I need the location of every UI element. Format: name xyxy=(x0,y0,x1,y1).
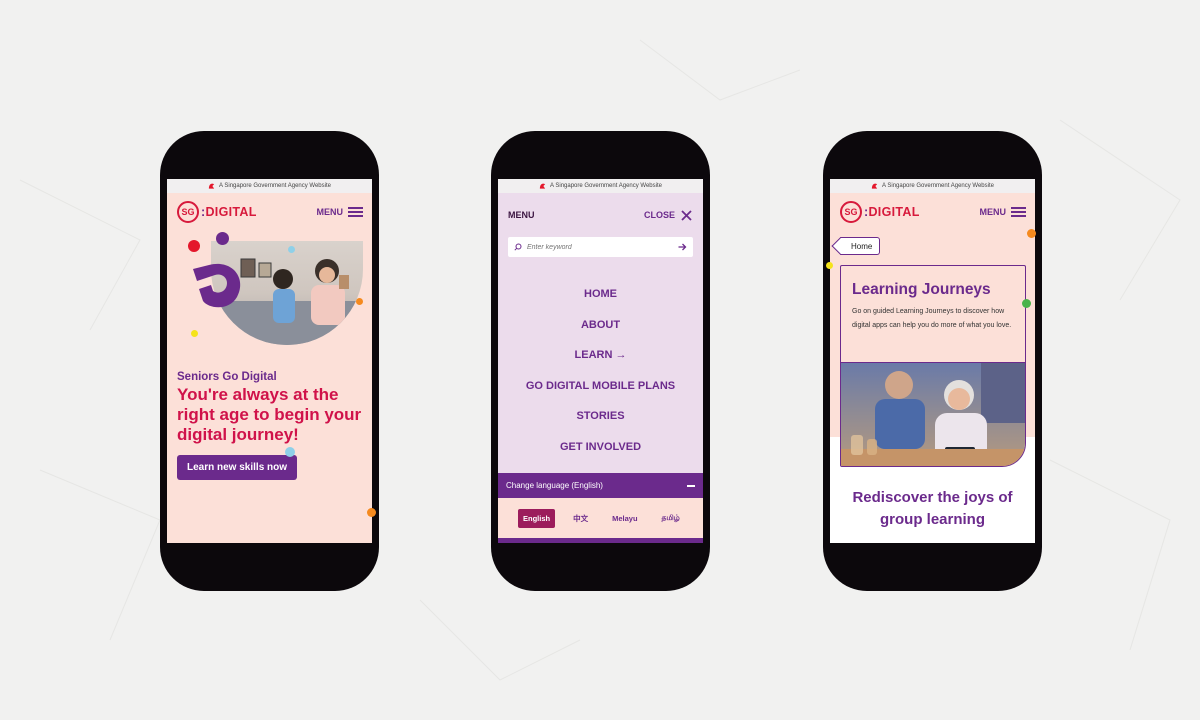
nav-item-home[interactable]: HOME xyxy=(498,279,703,310)
menu-bottom-bar xyxy=(498,538,703,543)
breadcrumb-home[interactable]: Home xyxy=(840,237,881,255)
logo-wordmark: :DIGITAL xyxy=(864,205,920,219)
lang-tamil[interactable]: தமிழ் xyxy=(657,508,685,528)
sg-digital-logo[interactable]: SG :DIGITAL xyxy=(177,201,257,223)
gov-banner[interactable]: A Singapore Government Agency Website xyxy=(498,179,703,193)
change-language-toggle[interactable]: Change language (English) xyxy=(498,473,703,498)
lion-head-icon xyxy=(208,183,215,189)
menu-button[interactable]: MENU xyxy=(979,207,1026,217)
gov-banner-text: A Singapore Government Agency Website xyxy=(550,183,662,189)
confetti-dot-green xyxy=(1022,299,1031,308)
gov-banner[interactable]: A Singapore Government Agency Website xyxy=(167,179,372,193)
seniors-tablet-photo xyxy=(841,362,1025,466)
phone-learning: A Singapore Government Agency Website SG… xyxy=(823,131,1042,591)
lang-chinese[interactable]: 中文 xyxy=(568,508,593,529)
phone-home: A Singapore Government Agency Website SG… xyxy=(160,131,379,591)
change-language-label: Change language (English) xyxy=(506,481,603,490)
confetti-dot-yellow xyxy=(826,262,833,269)
sg-digital-logo[interactable]: SG :DIGITAL xyxy=(840,201,920,223)
collapse-minus-icon xyxy=(687,484,695,487)
hamburger-icon xyxy=(1011,207,1026,217)
menu-title: MENU xyxy=(508,210,535,220)
gov-banner-text: A Singapore Government Agency Website xyxy=(219,183,331,189)
section-heading: Rediscover the joys of group learning xyxy=(852,489,1013,528)
confetti-dot-orange xyxy=(1027,229,1036,238)
confetti-dot-orange xyxy=(356,298,363,305)
confetti-dot-orange-outer xyxy=(367,508,376,517)
gov-banner[interactable]: A Singapore Government Agency Website xyxy=(830,179,1035,193)
site-header: SG :DIGITAL MENU xyxy=(167,193,372,231)
site-header: SG :DIGITAL MENU xyxy=(830,193,1035,231)
nav-item-stories[interactable]: STORIES xyxy=(498,401,703,432)
search-input[interactable] xyxy=(527,243,673,251)
nav-item-get-involved[interactable]: GET INVOLVED xyxy=(498,432,703,463)
language-options: English 中文 Melayu தமிழ் xyxy=(498,498,703,538)
home-screen: A Singapore Government Agency Website SG… xyxy=(167,179,372,543)
breadcrumb-label: Home xyxy=(851,241,873,251)
menu-header: MENU CLOSE xyxy=(498,193,703,237)
learn-new-skills-button[interactable]: Learn new skills now xyxy=(177,455,298,480)
confetti-dot-blue xyxy=(288,246,295,253)
confetti-dot-blue-2 xyxy=(285,447,295,457)
confetti-dot-yellow xyxy=(191,330,198,337)
hero-kicker: Seniors Go Digital xyxy=(177,371,277,383)
smile-d-graphic xyxy=(193,263,241,308)
main-nav: HOME ABOUT LEARN → GO DIGITAL MOBILE PLA… xyxy=(498,279,703,462)
hero-headline: You're always at the right age to begin … xyxy=(177,385,362,444)
arrow-right-icon[interactable] xyxy=(678,243,687,251)
logo-wordmark: :DIGITAL xyxy=(201,205,257,219)
hero-illustration xyxy=(167,231,372,367)
learning-journeys-card[interactable]: Learning Journeys Go on guided Learning … xyxy=(840,265,1026,467)
card-title: Learning Journeys xyxy=(852,281,991,298)
search-bar xyxy=(508,237,693,257)
nav-item-learn[interactable]: LEARN → xyxy=(498,340,703,371)
phone-menu: A Singapore Government Agency Website ME… xyxy=(491,131,710,591)
close-label: CLOSE xyxy=(643,210,675,220)
lion-head-icon xyxy=(539,183,546,189)
seniors-photo-art xyxy=(841,363,1025,466)
close-icon xyxy=(681,209,692,221)
confetti-dot-purple xyxy=(216,232,229,245)
confetti-dot-red xyxy=(188,240,200,252)
close-menu-button[interactable]: CLOSE xyxy=(643,209,692,221)
hamburger-icon xyxy=(348,207,363,217)
logo-sg-circle: SG xyxy=(840,201,862,223)
nav-item-mobile-plans[interactable]: GO DIGITAL MOBILE PLANS xyxy=(498,371,703,402)
nav-item-about[interactable]: ABOUT xyxy=(498,310,703,341)
lang-english[interactable]: English xyxy=(518,508,556,528)
lang-malay[interactable]: Melayu xyxy=(607,509,642,528)
logo-sg-circle: SG xyxy=(177,201,199,223)
card-description: Go on guided Learning Journeys to discov… xyxy=(852,308,1012,329)
menu-screen: A Singapore Government Agency Website ME… xyxy=(498,179,703,543)
lion-head-icon xyxy=(871,183,878,189)
menu-label: MENU xyxy=(316,207,344,217)
menu-label: MENU xyxy=(979,207,1007,217)
menu-button[interactable]: MENU xyxy=(316,207,363,217)
learning-screen: A Singapore Government Agency Website SG… xyxy=(830,179,1035,543)
gov-banner-text: A Singapore Government Agency Website xyxy=(882,183,994,189)
search-icon xyxy=(514,243,522,251)
